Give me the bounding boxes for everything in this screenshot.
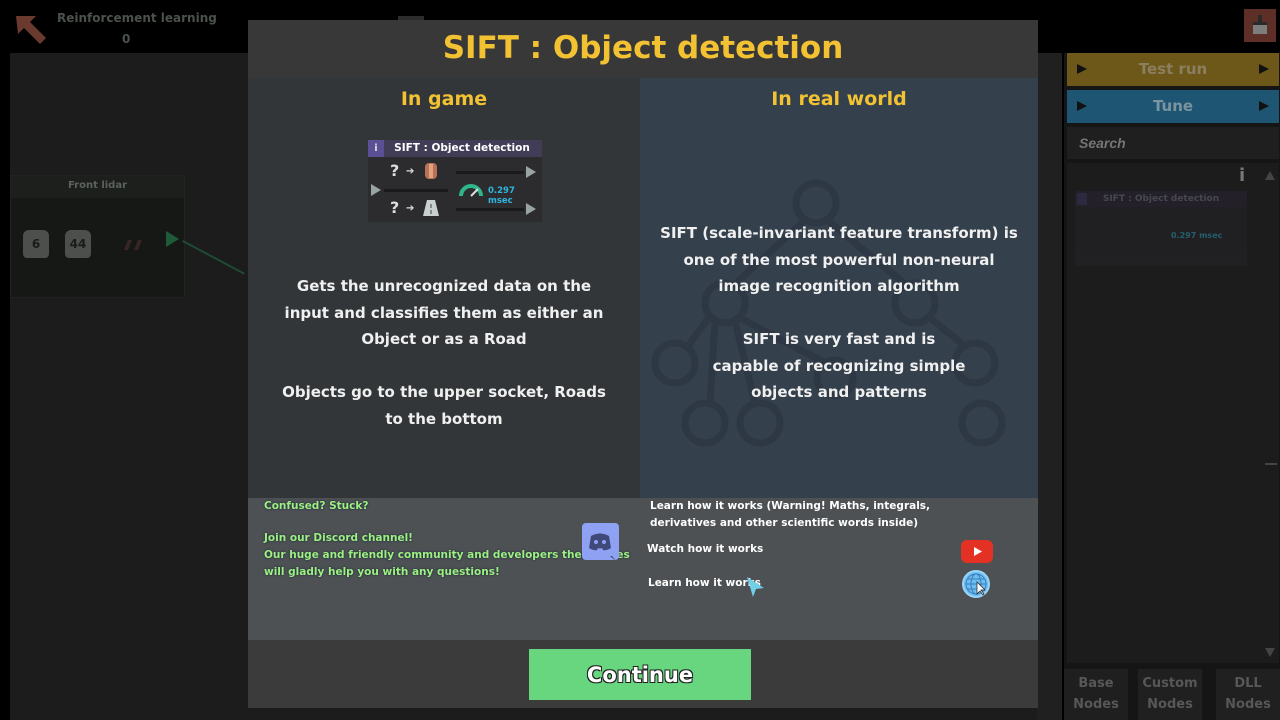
level-score: 0	[122, 32, 131, 46]
node-preview: SIFT : Object detection i ? ➔ 0.297 msec…	[368, 140, 542, 222]
road-marks-icon	[124, 240, 142, 250]
discord-icon[interactable]	[582, 523, 619, 561]
road-icon	[423, 200, 439, 216]
play-icon	[1077, 101, 1087, 111]
scroll-up-icon[interactable]	[1265, 171, 1275, 180]
node-info-modal: SIFT : Object detection In game SIFT : O…	[248, 20, 1038, 708]
arrow-icon: ➔	[406, 203, 415, 214]
info-icon	[1077, 193, 1087, 205]
tab-custom-nodes[interactable]: Custom Nodes	[1138, 669, 1202, 720]
mouse-cursor-icon	[747, 577, 764, 597]
continue-button[interactable]: Continue	[529, 649, 751, 700]
info-icon[interactable]: i	[1239, 165, 1245, 186]
help-discord-text: Join our Discord channel!	[264, 532, 413, 544]
learn-warning-text: Learn how it works (Warning! Maths, inte…	[650, 500, 931, 512]
node-title: SIFT : Object detection	[1075, 191, 1247, 207]
modal-title: SIFT : Object detection	[442, 30, 844, 66]
youtube-icon[interactable]	[961, 540, 993, 563]
arrow-icon: ➔	[406, 166, 415, 177]
test-run-label: Test run	[1138, 60, 1208, 78]
real-world-description: SIFT (scale-invariant feature transform)…	[660, 224, 1018, 295]
help-confused-text: Confused? Stuck?	[264, 500, 369, 512]
scrollbar-thumb[interactable]	[1265, 463, 1277, 465]
watch-how-it-works-link[interactable]: Watch how it works	[647, 541, 763, 558]
tab-dll-nodes[interactable]: DLL Nodes	[1216, 669, 1280, 720]
unknown-input-icon: ?	[390, 161, 400, 180]
tab-label: Custom	[1142, 676, 1198, 691]
output-socket[interactable]	[166, 231, 179, 247]
output-line	[456, 208, 524, 211]
help-questions-text: will gladly help you with any questions!	[264, 566, 500, 578]
tab-label: Base	[1078, 676, 1114, 691]
learn-more-panel: Learn how it works (Warning! Maths, inte…	[640, 498, 1038, 640]
info-icon: i	[368, 140, 384, 157]
node-preview-title: SIFT : Object detection	[368, 140, 542, 157]
node-title: Front lidar	[11, 176, 184, 198]
search-input[interactable]	[1067, 127, 1279, 159]
tune-label: Tune	[1152, 97, 1194, 115]
learn-how-it-works-link[interactable]: Learn how it works	[648, 575, 761, 592]
play-icon	[1259, 101, 1269, 111]
real-world-heading: In real world	[771, 88, 907, 110]
level-title: Reinforcement learning	[57, 11, 217, 25]
real-world-column: In real world SIFT (scale-invariant feat…	[640, 78, 1038, 498]
back-arrow-icon[interactable]	[14, 14, 48, 46]
lower-output-socket	[526, 203, 536, 215]
output-line	[456, 171, 524, 174]
lidar-value-chip: 6	[23, 230, 49, 258]
tab-base-nodes[interactable]: Base Nodes	[1064, 669, 1128, 720]
in-game-heading: In game	[400, 88, 488, 110]
community-help-panel: Confused? Stuck? Join our Discord channe…	[248, 498, 640, 640]
object-icon	[425, 163, 437, 179]
tab-label: DLL	[1234, 676, 1262, 691]
in-game-description: Gets the unrecognized data on the input …	[284, 277, 604, 348]
upper-output-socket	[526, 166, 536, 178]
tab-label: Nodes	[1073, 697, 1119, 712]
node-list-item-sift[interactable]: SIFT : Object detection 0.297 msec	[1075, 191, 1247, 266]
in-game-socket-note: Objects go to the upper socket, Roads to…	[282, 383, 606, 428]
real-world-speed-note: SIFT is very fast and is capable of reco…	[712, 330, 966, 401]
node-speed: 0.297 msec	[1171, 231, 1223, 240]
speedometer-icon	[459, 184, 483, 197]
test-run-button[interactable]: Test run	[1067, 53, 1279, 86]
input-line	[384, 189, 448, 192]
help-community-text: Our huge and friendly community and deve…	[264, 549, 630, 561]
play-icon	[1077, 64, 1087, 74]
scroll-down-icon[interactable]	[1265, 648, 1275, 657]
tab-label: Nodes	[1225, 697, 1271, 712]
node-category-tabs: Base Nodes Custom Nodes DLL Nodes	[1064, 669, 1280, 720]
unknown-input-icon: ?	[390, 198, 400, 217]
modal-footer: Continue	[248, 640, 1038, 708]
learn-warning-text-2: derivatives and other scientific words i…	[650, 517, 919, 529]
globe-icon[interactable]	[962, 570, 990, 598]
right-sidebar: Test run Tune i SIFT : Object detection …	[1064, 53, 1280, 720]
brush-icon[interactable]	[1244, 9, 1276, 42]
tab-label: Nodes	[1147, 697, 1193, 712]
play-icon	[1259, 64, 1269, 74]
front-lidar-node[interactable]: Front lidar 6 44	[10, 175, 185, 298]
input-socket	[371, 184, 381, 196]
in-game-column: In game SIFT : Object detection i ? ➔ 0.…	[248, 78, 640, 498]
canvas-edge-panel	[1037, 53, 1062, 720]
tune-button[interactable]: Tune	[1067, 90, 1279, 123]
node-list[interactable]: i SIFT : Object detection 0.297 msec	[1067, 163, 1279, 663]
lidar-value-chip: 44	[65, 230, 91, 258]
